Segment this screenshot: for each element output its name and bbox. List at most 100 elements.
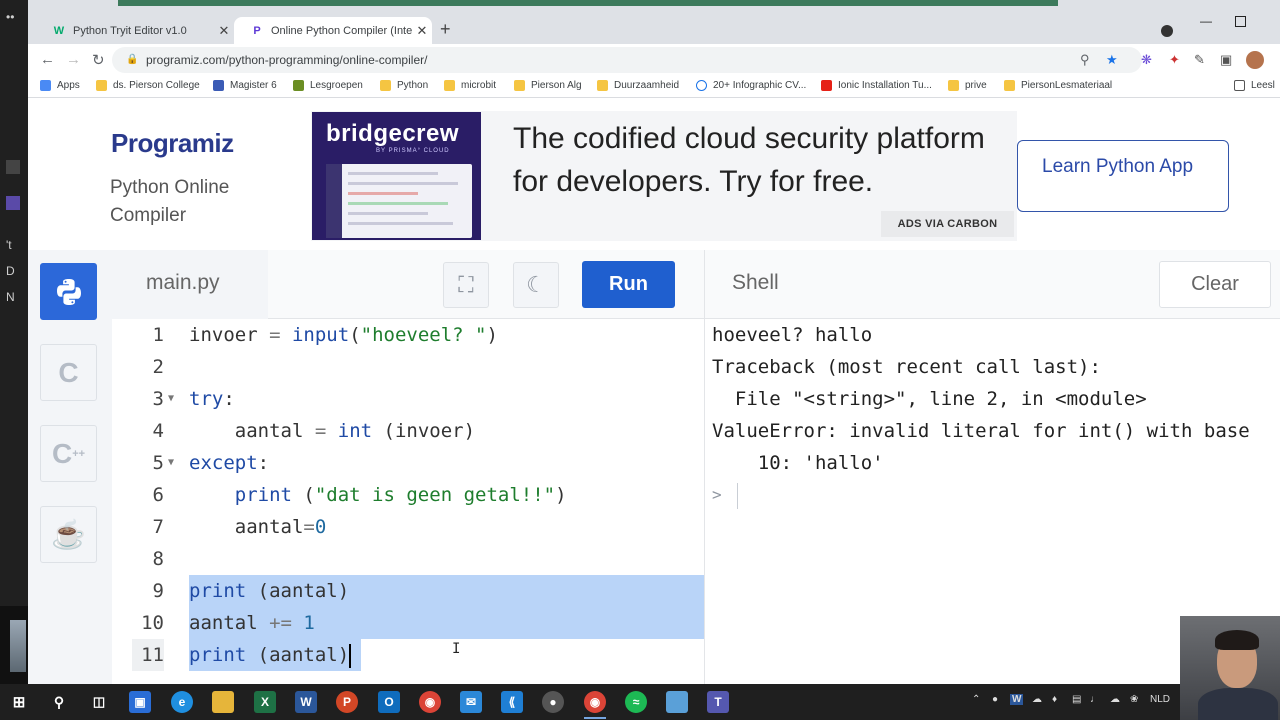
tray-icon[interactable]: ♦: [1052, 694, 1057, 705]
word-tray-icon[interactable]: W: [1010, 694, 1024, 705]
bookmark-item[interactable]: Duurzaamheid: [597, 80, 679, 91]
tray-chevron-icon[interactable]: ⌃: [972, 694, 980, 705]
lock-icon: 🔒: [126, 54, 139, 65]
bookmark-star-icon[interactable]: ★: [1106, 47, 1118, 73]
page-subtitle: Python Online Compiler: [110, 177, 230, 226]
folder-icon: [948, 80, 959, 91]
fold-arrow-icon[interactable]: ▼: [168, 447, 174, 479]
new-tab-icon[interactable]: +: [440, 19, 451, 40]
task-view-icon[interactable]: ◫: [88, 691, 110, 713]
obs-icon[interactable]: ●: [542, 691, 564, 713]
expand-icon[interactable]: ⛶: [443, 262, 489, 308]
profile-avatar[interactable]: [1246, 51, 1264, 69]
bookmark-item[interactable]: 20+ Infographic CV...: [696, 80, 806, 91]
forward-icon[interactable]: →: [66, 51, 81, 68]
programiz-logo[interactable]: Programiz: [111, 128, 234, 159]
bookmarks-bar: Apps ds. Pierson College Magister 6 Lesg…: [28, 76, 1280, 98]
run-button[interactable]: Run: [582, 261, 675, 308]
bookmark-item[interactable]: Pierson Alg: [514, 80, 582, 91]
notes-icon[interactable]: [666, 691, 688, 713]
chrome-icon[interactable]: ◉: [419, 691, 441, 713]
code-text: aantal=0: [189, 516, 327, 538]
line-number: 11: [132, 639, 164, 671]
vscode-icon[interactable]: ⟪: [501, 691, 523, 713]
edge-icon[interactable]: e: [171, 691, 193, 713]
windows-start-icon[interactable]: ⊞: [8, 691, 30, 713]
bluetooth-icon[interactable]: ❀: [1130, 694, 1138, 705]
onedrive-icon[interactable]: ☁: [1110, 694, 1120, 705]
minimize-icon[interactable]: —: [1200, 14, 1212, 28]
python-language-icon[interactable]: [40, 263, 97, 320]
reading-list[interactable]: Leesl: [1234, 80, 1275, 91]
profile-menu-icon[interactable]: [1161, 25, 1173, 37]
ads-via-carbon[interactable]: ADS VIA CARBON: [881, 211, 1014, 237]
desktop-fragment-text: 't: [6, 238, 12, 252]
line-number: 1: [152, 324, 164, 346]
programiz-favicon-icon: P: [253, 24, 261, 37]
code-editor[interactable]: 1 invoer = input("hoeveel? ") 2 3 ▼ try: 4 …: [112, 319, 704, 684]
powerpoint-icon[interactable]: P: [336, 691, 358, 713]
shell-input-caret[interactable]: [737, 483, 738, 509]
excel-icon[interactable]: X: [254, 691, 276, 713]
tab-online-compiler[interactable]: P Online Python Compiler (Interpre ✕: [234, 17, 432, 44]
bookmark-item[interactable]: Magister 6: [213, 80, 277, 91]
ad-banner[interactable]: bridgecrew BY PRISMA° CLOUD The codified…: [311, 111, 1017, 241]
bookmark-item[interactable]: ds. Pierson College: [96, 80, 200, 91]
bookmark-item[interactable]: PiersonLesmateriaal: [1004, 80, 1112, 91]
volume-icon[interactable]: ♩: [1090, 694, 1100, 705]
teams-icon[interactable]: T: [707, 691, 729, 713]
spotify-icon[interactable]: ≈: [625, 691, 647, 713]
extension-icon[interactable]: ❋: [1141, 52, 1152, 68]
moon-icon[interactable]: ☾: [513, 262, 559, 308]
mail-icon[interactable]: ✉: [460, 691, 482, 713]
address-bar[interactable]: 🔒 programiz.com/python-programming/onlin…: [112, 47, 1142, 73]
youtube-icon: [821, 80, 832, 91]
bookmark-apps[interactable]: Apps: [40, 80, 80, 91]
tab-tryit-editor[interactable]: W Python Tryit Editor v1.0 ✕: [36, 17, 234, 44]
file-explorer-icon[interactable]: [212, 691, 234, 713]
bookmark-label: ds. Pierson College: [113, 80, 200, 91]
close-tab-icon[interactable]: ✕: [412, 23, 432, 39]
search-icon[interactable]: ⚲: [48, 691, 70, 713]
word-icon[interactable]: W: [295, 691, 317, 713]
close-tab-icon[interactable]: ✕: [214, 23, 234, 39]
java-language-icon[interactable]: ☕: [40, 506, 97, 563]
reading-list-icon: [1234, 80, 1245, 91]
chrome-active-icon[interactable]: ◉: [584, 691, 606, 713]
reload-icon[interactable]: ↻: [92, 51, 105, 69]
zoom-icon[interactable]: ⚲: [1080, 47, 1090, 73]
clear-button[interactable]: Clear: [1159, 261, 1271, 308]
bookmark-label: Python: [397, 80, 429, 91]
code-text: print (aantal): [189, 580, 350, 602]
bookmark-item[interactable]: Ionic Installation Tu...: [821, 80, 932, 91]
code-text: aantal = int (invoer): [189, 420, 476, 442]
code-line: 2: [112, 351, 704, 383]
language-indicator[interactable]: NLD: [1150, 694, 1170, 705]
bookmark-item[interactable]: prive: [948, 80, 987, 91]
bookmark-item[interactable]: microbit: [444, 80, 496, 91]
line-number: 2: [152, 356, 164, 378]
back-icon[interactable]: ←: [40, 51, 55, 68]
fold-arrow-icon[interactable]: ▼: [168, 383, 174, 415]
bookmark-item[interactable]: Python: [380, 80, 428, 91]
folder-icon: [380, 80, 391, 91]
folder-icon: [597, 80, 608, 91]
network-icon[interactable]: ▤: [1072, 694, 1081, 705]
bookmark-label: Pierson Alg: [531, 80, 582, 91]
cpp-language-icon[interactable]: C ++: [40, 425, 97, 482]
microphone-icon[interactable]: ●: [992, 694, 998, 705]
cast-icon[interactable]: ▣: [1220, 52, 1232, 68]
file-tab-main-py[interactable]: main.py: [112, 250, 268, 319]
extensions-puzzle-icon[interactable]: ✎: [1194, 52, 1205, 68]
bookmark-label: 20+ Infographic CV...: [713, 80, 807, 91]
maximize-icon[interactable]: [1235, 16, 1246, 27]
extension-icon[interactable]: ✦: [1169, 52, 1180, 68]
bookmark-item[interactable]: Lesgroepen: [293, 80, 363, 91]
outlook-icon[interactable]: O: [378, 691, 400, 713]
tray-icon[interactable]: ☁: [1032, 694, 1042, 705]
globe-icon: [696, 80, 707, 91]
learn-python-app-button[interactable]: Learn Python App: [1017, 140, 1229, 212]
store-icon[interactable]: ▣: [129, 691, 151, 713]
c-language-icon[interactable]: C: [40, 344, 97, 401]
folder-icon: [96, 80, 107, 91]
